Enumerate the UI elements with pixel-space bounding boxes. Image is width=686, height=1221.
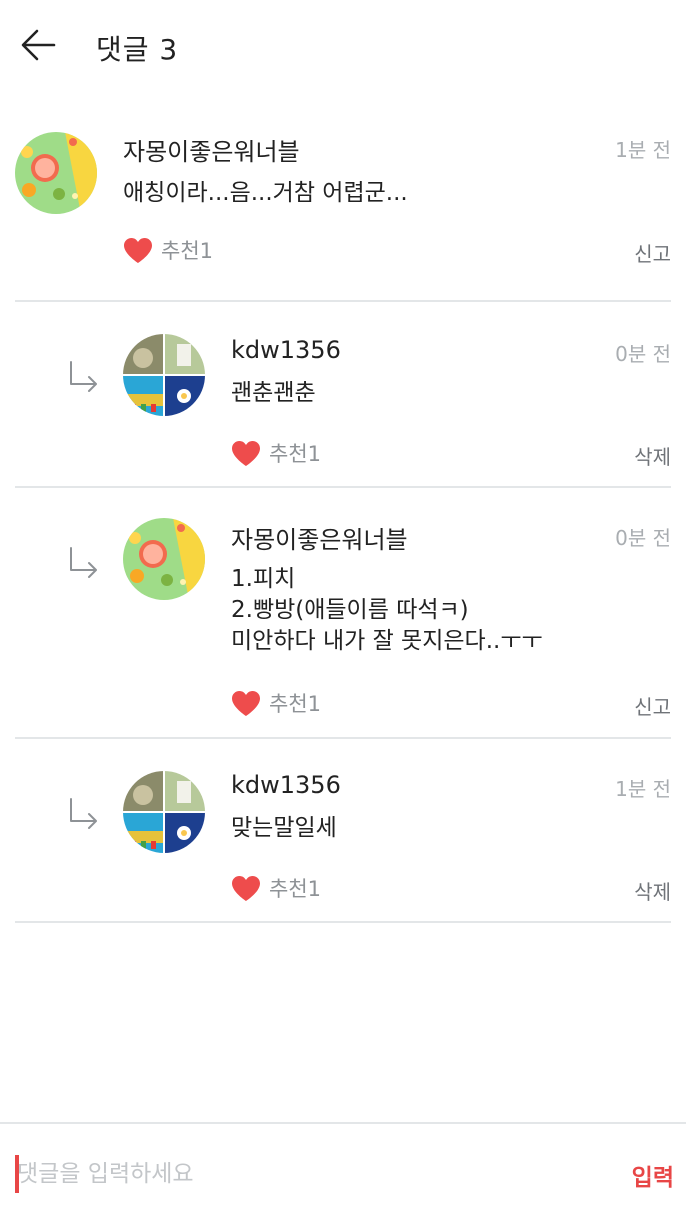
like-button[interactable]: 추천1 (231, 873, 321, 903)
like-count: 추천1 (269, 692, 322, 716)
collage-avatar-image (123, 771, 205, 853)
comment-time: 0분 전 (615, 526, 671, 550)
submit-button[interactable]: 입력 (632, 1158, 674, 1192)
report-button[interactable]: 신고 (634, 238, 671, 267)
reply-item: 자몽이좋은워너블 0분 전 1.피치 2.빵방(애들이름 따석ㅋ) 미안하다 내… (15, 488, 671, 739)
comment-text: 1.피치 2.빵방(애들이름 따석ㅋ) 미안하다 내가 잘 못지은다..ㅜㅜ (231, 566, 543, 654)
reply-arrow-icon (70, 547, 97, 578)
like-button[interactable]: 추천1 (231, 688, 321, 718)
comment-author: 자몽이좋은워너블 (123, 138, 300, 166)
comment-author: 자몽이좋은워너블 (231, 526, 408, 554)
like-button[interactable]: 추천1 (231, 438, 321, 468)
comment-author: kdw1356 (231, 336, 341, 364)
like-count: 추천1 (269, 877, 322, 901)
comment-item: 자몽이좋은워너블 1분 전 애칭이라...음...거참 어렵군... 추천1 신… (15, 112, 671, 302)
delete-button[interactable]: 삭제 (634, 441, 671, 470)
heart-icon (232, 690, 260, 716)
arrow-left-icon (21, 29, 56, 61)
heart-icon (124, 237, 152, 263)
comment-time: 1분 전 (615, 777, 671, 801)
comment-text: 괜춘괜춘 (231, 380, 316, 406)
delete-button[interactable]: 삭제 (634, 876, 671, 905)
like-button[interactable]: 추천1 (123, 235, 213, 265)
comment-text: 맞는말일세 (231, 815, 337, 841)
avatar[interactable] (123, 771, 205, 853)
reply-arrow-icon (70, 798, 97, 829)
comment-time: 1분 전 (615, 138, 671, 162)
grapefruit-avatar-image (123, 518, 205, 600)
comment-input-bar: 입력 (0, 1122, 686, 1221)
comment-input[interactable] (17, 1154, 577, 1194)
avatar[interactable] (15, 132, 97, 214)
header: 댓글 3 (0, 0, 686, 90)
comment-author: kdw1356 (231, 771, 341, 799)
grapefruit-avatar-image (15, 132, 97, 214)
back-button[interactable] (16, 24, 60, 68)
reply-item: kdw1356 1분 전 맞는말일세 추천1 삭제 (15, 739, 671, 923)
reply-arrow-icon (70, 361, 97, 392)
heart-icon (232, 875, 260, 901)
collage-avatar-image (123, 334, 205, 416)
reply-item: kdw1356 0분 전 괜춘괜춘 추천1 삭제 (15, 302, 671, 488)
heart-icon (232, 440, 260, 466)
comment-text: 애칭이라...음...거참 어렵군... (123, 180, 408, 206)
comment-time: 0분 전 (615, 342, 671, 366)
avatar[interactable] (123, 518, 205, 600)
avatar[interactable] (123, 334, 205, 416)
like-count: 추천1 (161, 239, 214, 263)
report-button[interactable]: 신고 (634, 691, 671, 720)
page-title: 댓글 3 (96, 33, 179, 66)
like-count: 추천1 (269, 442, 322, 466)
